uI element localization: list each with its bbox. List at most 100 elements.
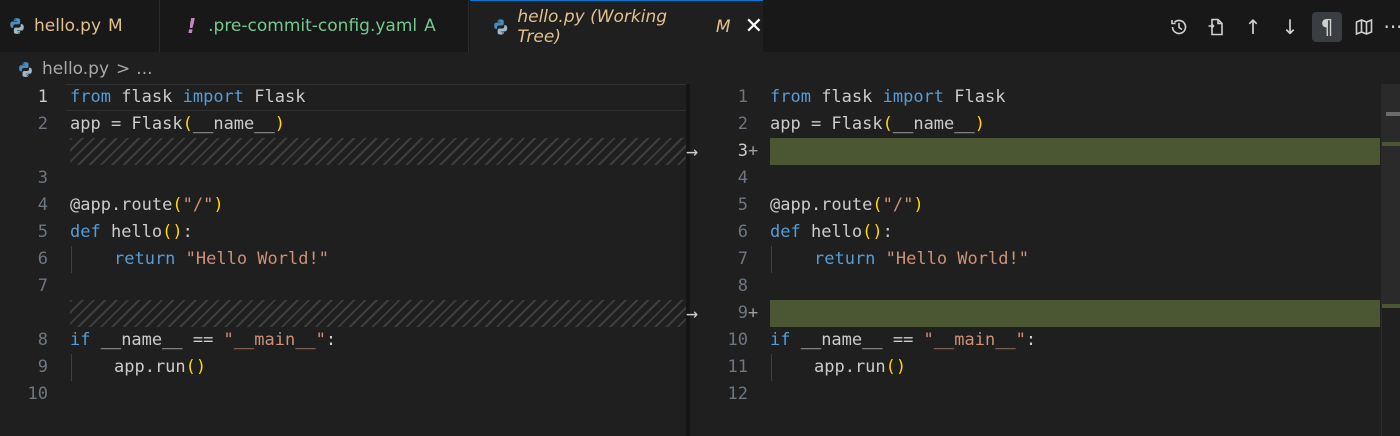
code-line[interactable]: 2 app = Flask(__name__) <box>690 111 1400 138</box>
python-icon <box>494 18 508 35</box>
insert-plus-icon: + <box>748 303 759 323</box>
code-line[interactable]: 10 <box>0 381 688 408</box>
code-line[interactable]: 6 def hello(): <box>690 219 1400 246</box>
code-line[interactable]: 7 return "Hello World!" <box>690 246 1400 273</box>
inserted-line[interactable]: → 9 + <box>686 300 1400 327</box>
code-line[interactable]: 4 <box>690 165 1400 192</box>
line-number: 9 <box>737 303 748 323</box>
inserted-line[interactable]: → 3 + <box>686 138 1400 165</box>
code-line[interactable]: 3 <box>0 165 688 192</box>
diff-placeholder-hatch <box>70 138 686 165</box>
code-line[interactable]: 8 if __name__ == "__main__": <box>0 327 688 354</box>
previous-change-icon[interactable]: ↑ <box>1238 12 1268 42</box>
tab-hello-py[interactable]: hello.py M <box>0 0 160 52</box>
diff-filler-line <box>0 138 688 165</box>
map-icon[interactable] <box>1349 12 1379 42</box>
diff-original-editor[interactable]: 1 from flask import Flask 2 app = Flask(… <box>0 84 688 436</box>
indent-guide <box>771 354 772 381</box>
code-line[interactable]: 5 def hello(): <box>0 219 688 246</box>
scrollbar-viewport[interactable] <box>1382 84 1400 304</box>
code-text: if __name__ == "__main__": <box>70 330 337 350</box>
code-line[interactable]: 12 <box>690 381 1400 408</box>
inserted-line-highlight <box>770 300 1380 327</box>
code-line[interactable]: 11 app.run() <box>690 354 1400 381</box>
code-line[interactable]: 8 <box>690 273 1400 300</box>
tab-pre-commit-config[interactable]: ! .pre-commit-config.yaml A <box>161 0 469 52</box>
line-number: 2 <box>37 114 48 134</box>
line-number: 10 <box>727 330 748 350</box>
insert-plus-icon: + <box>748 141 759 161</box>
line-number: 6 <box>37 249 48 269</box>
code-line[interactable]: 5 @app.route("/") <box>690 192 1400 219</box>
code-line[interactable]: 1 from flask import Flask <box>690 84 1400 111</box>
indent-guide <box>771 246 772 273</box>
code-text: def hello(): <box>770 222 893 242</box>
line-number: 6 <box>737 222 748 242</box>
code-line[interactable]: 7 <box>0 273 688 300</box>
diff-modified-editor[interactable]: 1 from flask import Flask 2 app = Flask(… <box>686 84 1400 436</box>
code-line[interactable]: 10 if __name__ == "__main__": <box>690 327 1400 354</box>
breadcrumb-symbols[interactable]: ... <box>136 59 152 79</box>
diff-filler-line <box>0 300 688 327</box>
editor-toolbar: ↑ ↓ ¶ ··· <box>1157 10 1400 44</box>
code-line[interactable]: 6 return "Hello World!" <box>0 246 688 273</box>
line-number: 2 <box>737 114 748 134</box>
code-text: @app.route("/") <box>770 195 924 215</box>
code-text: app = Flask(__name__) <box>70 114 285 134</box>
scrollbar-cursor-marker <box>1386 112 1400 116</box>
line-number: 8 <box>737 276 748 296</box>
line-number: 7 <box>737 249 748 269</box>
line-number: 1 <box>37 87 48 107</box>
code-text: from flask import Flask <box>70 87 306 107</box>
scrollbar-insert-marker <box>1382 304 1400 308</box>
code-text: return "Hello World!" <box>814 249 1029 269</box>
code-text: app = Flask(__name__) <box>770 114 985 134</box>
line-number: 3 <box>37 168 48 188</box>
code-line[interactable]: 1 from flask import Flask <box>0 84 688 111</box>
line-number: 7 <box>37 276 48 296</box>
line-number: 8 <box>37 330 48 350</box>
inserted-line-highlight <box>770 138 1380 165</box>
code-text: app.run() <box>114 357 207 377</box>
tab-label: .pre-commit-config.yaml <box>208 16 418 36</box>
code-text: from flask import Flask <box>770 87 1006 107</box>
code-line[interactable]: 2 app = Flask(__name__) <box>0 111 688 138</box>
line-number: 5 <box>737 195 748 215</box>
line-number: 1 <box>737 87 748 107</box>
indent-guide <box>71 246 72 273</box>
python-icon <box>19 61 32 77</box>
diff-placeholder-hatch <box>70 300 686 327</box>
yaml-icon: ! <box>187 14 197 38</box>
close-icon[interactable]: ✕ <box>745 14 763 39</box>
open-file-icon[interactable] <box>1201 12 1231 42</box>
indent-guide <box>71 354 72 381</box>
pilcrow-icon[interactable]: ¶ <box>1312 12 1342 42</box>
scrollbar-insert-marker <box>1382 142 1400 146</box>
breadcrumb-file[interactable]: hello.py <box>42 59 109 79</box>
line-number: 4 <box>37 195 48 215</box>
code-text: if __name__ == "__main__": <box>770 330 1037 350</box>
line-number: 9 <box>37 357 48 377</box>
code-text: def hello(): <box>70 222 193 242</box>
next-change-icon[interactable]: ↓ <box>1275 12 1305 42</box>
more-actions-icon[interactable]: ··· <box>1383 12 1400 42</box>
code-text: app.run() <box>814 357 907 377</box>
line-number: 3 <box>737 141 748 161</box>
added-badge: A <box>424 16 436 36</box>
line-number: 11 <box>727 357 748 377</box>
code-line[interactable]: 4 @app.route("/") <box>0 192 688 219</box>
line-number: 12 <box>727 384 748 404</box>
breadcrumb: hello.py > ... <box>0 55 153 83</box>
line-number: 10 <box>27 384 48 404</box>
vertical-scrollbar[interactable] <box>1381 84 1400 436</box>
code-line[interactable]: 9 app.run() <box>0 354 688 381</box>
modified-badge: M <box>715 16 731 37</box>
modified-badge: M <box>108 16 123 36</box>
code-text: @app.route("/") <box>70 195 224 215</box>
tab-label: hello.py <box>34 16 102 36</box>
line-number: 4 <box>737 168 748 188</box>
history-icon[interactable] <box>1164 12 1194 42</box>
tab-hello-py-working-tree[interactable]: hello.py (Working Tree) M ✕ <box>470 0 763 52</box>
tab-bar: hello.py M ! .pre-commit-config.yaml A h… <box>0 0 1400 52</box>
chevron-right-icon: > <box>116 59 131 79</box>
